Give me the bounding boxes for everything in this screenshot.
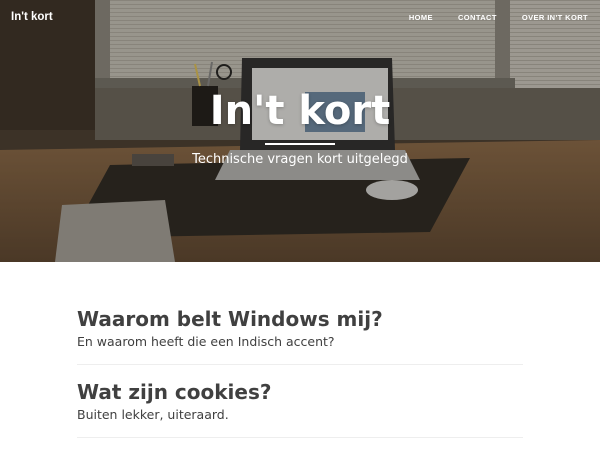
post-preview: Waarom belt Windows mij? En waarom heeft…	[77, 262, 523, 365]
post-title-link[interactable]: Waarom belt Windows mij?	[77, 307, 523, 331]
nav-links: HOME CONTACT OVER IN'T KORT	[384, 13, 588, 22]
post-title-link[interactable]: Wat zijn cookies?	[77, 380, 523, 404]
site-subtitle: Technische vragen kort uitgelegd	[192, 152, 408, 167]
post-subtitle: Buiten lekker, uiteraard.	[77, 407, 229, 422]
post-subtitle: En waarom heeft die een Indisch accent?	[77, 334, 335, 349]
brand-link[interactable]: In't kort	[11, 11, 53, 23]
post-preview: Wat zijn cookies? Buiten lekker, uiteraa…	[77, 365, 523, 438]
nav-link-over[interactable]: OVER IN'T KORT	[522, 13, 588, 22]
site-title: In't kort	[209, 88, 391, 134]
site-heading: In't kort Technische vragen kort uitgele…	[0, 88, 600, 169]
nav-link-contact[interactable]: CONTACT	[458, 13, 497, 22]
navbar: In't kort HOME CONTACT OVER IN'T KORT	[0, 0, 600, 34]
nav-link-home[interactable]: HOME	[409, 13, 433, 22]
title-divider	[265, 143, 335, 145]
hero-header: In't kort HOME CONTACT OVER IN'T KORT In…	[0, 0, 600, 262]
post-list: Waarom belt Windows mij? En waarom heeft…	[77, 262, 523, 438]
